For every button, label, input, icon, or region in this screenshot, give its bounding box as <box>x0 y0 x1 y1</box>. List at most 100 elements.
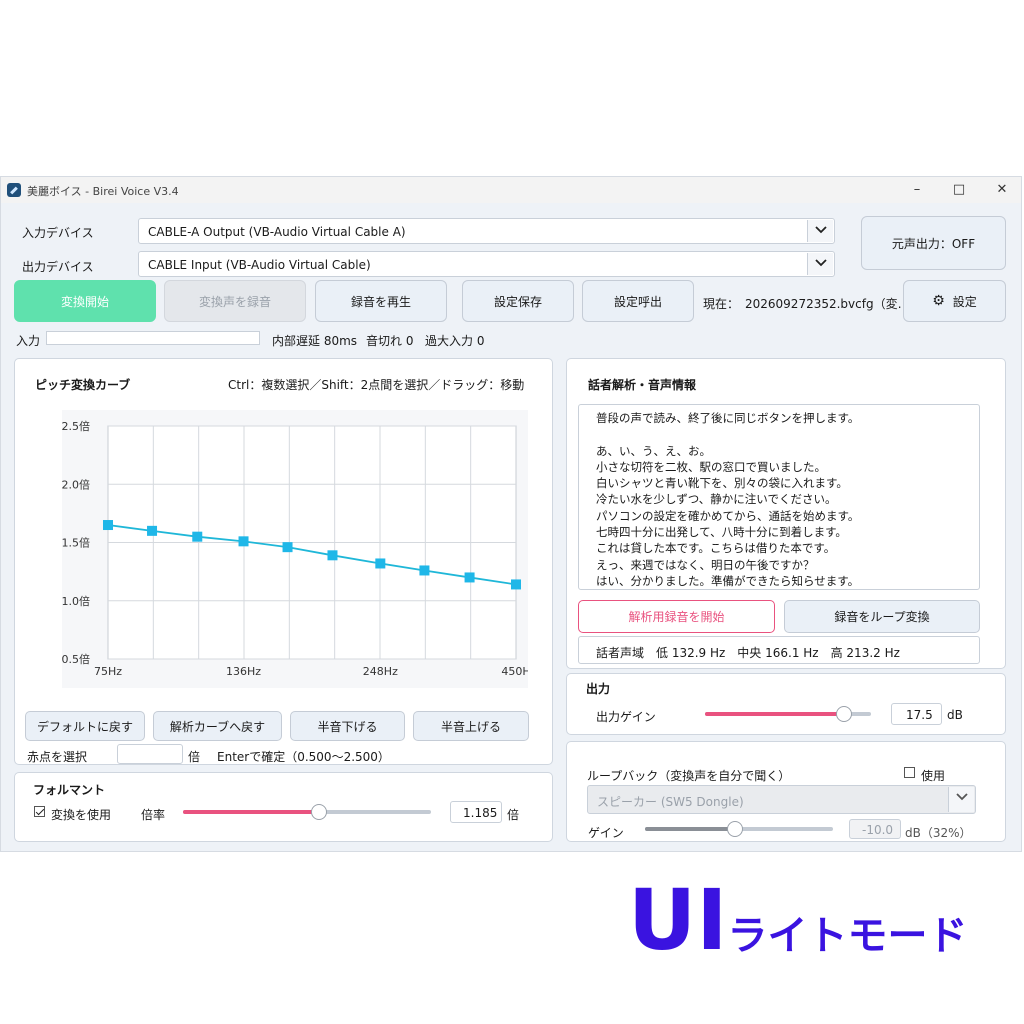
select-point-label: 赤点を選択 <box>27 750 88 764</box>
semitone-down-button[interactable]: 半音下げる <box>290 711 405 741</box>
script-line: 白いシャツと青い靴下を、別々の袋に入れます。 <box>596 476 848 491</box>
maximize-icon[interactable]: □ <box>947 181 971 199</box>
formant-enable-label: 変換を使用 <box>51 808 112 822</box>
pitch-curve-point[interactable] <box>282 542 293 553</box>
speaker-panel-title: 話者解析・音声情報 <box>588 378 697 392</box>
formant-ratio-unit: 倍 <box>507 808 520 822</box>
formant-enable-checkbox[interactable] <box>34 806 45 817</box>
x-tick-label: 75Hz <box>94 665 122 678</box>
pitch-panel-hint: Ctrl：複数選択／Shift：2点間を選択／ドラッグ：移動 <box>228 378 525 392</box>
script-line <box>596 426 979 442</box>
window-title: 美麗ボイス - Birei Voice V3.4 <box>27 185 179 198</box>
start-conversion-button[interactable]: 変換開始 <box>14 280 156 322</box>
current-file-label: 現在： <box>703 297 740 311</box>
load-settings-button[interactable]: 設定呼出 <box>582 280 694 322</box>
input-level-meter <box>46 331 260 345</box>
pitch-curve-point[interactable] <box>327 550 338 561</box>
close-icon[interactable]: ✕ <box>990 181 1014 199</box>
output-panel-title: 出力 <box>586 682 611 696</box>
select-point-unit: 倍 <box>188 750 201 764</box>
script-line: パソコンの設定を確かめてから、通話を始めます。 <box>596 508 860 523</box>
y-tick-label: 1.0倍 <box>62 594 90 608</box>
pitch-curve-point[interactable] <box>147 525 158 536</box>
loopback-slider-fill <box>645 827 735 831</box>
pitch-curve-point[interactable] <box>511 579 521 590</box>
script-line: えっ、来週ではなく、明日の午後ですか？ <box>596 557 815 572</box>
pitch-curve-point[interactable] <box>192 531 203 542</box>
settings-button-label: 設定 <box>952 294 977 309</box>
pitch-curve-point[interactable] <box>419 565 430 576</box>
formant-ratio-slider[interactable] <box>183 804 431 820</box>
output-slider-thumb[interactable] <box>836 706 852 722</box>
formant-ratio-input[interactable]: 1.185 <box>450 801 502 823</box>
start-analysis-recording-button[interactable]: 解析用録音を開始 <box>578 600 775 633</box>
loopback-gain-input[interactable]: -10.0 <box>849 819 901 839</box>
minimize-icon[interactable]: – <box>905 181 929 199</box>
formant-panel-title: フォルマント <box>33 783 106 797</box>
script-line: 七時四十分に出発して、八時十分に到着します。 <box>596 525 847 540</box>
chevron-down-icon[interactable] <box>807 253 833 275</box>
x-tick-label: 136Hz <box>226 665 261 678</box>
script-line: 冷たい水を少しずつ、静かに注いでください。 <box>596 492 837 507</box>
x-tick-label: 248Hz <box>363 665 398 678</box>
formant-slider-thumb[interactable] <box>311 804 327 820</box>
chevron-down-icon[interactable] <box>948 787 974 812</box>
loopback-gain-slider[interactable] <box>645 821 833 837</box>
loopback-title: ループバック（変換声を自分で聞く） <box>587 769 791 783</box>
script-line: はい、分かりました。準備ができたら知らせます。 <box>596 573 860 588</box>
loopback-device-select[interactable]: スピーカー (SW5 Dongle) <box>587 785 976 814</box>
output-gain-label: 出力ゲイン <box>596 710 656 724</box>
monitor-output-toggle[interactable]: 元声出力：OFF <box>861 216 1006 270</box>
play-recording-button[interactable]: 録音を再生 <box>315 280 447 322</box>
reading-script-text: 普段の声で読み、終了後に同じボタンを押します。 あ、い、う、え、お。 小さな切符を二… <box>578 404 980 590</box>
output-device-select[interactable]: CABLE Input (VB-Audio Virtual Cable) <box>138 251 835 277</box>
reset-default-button[interactable]: デフォルトに戻す <box>25 711 145 741</box>
app-logo-icon <box>7 183 21 197</box>
script-line: 普段の声で読み、終了後に同じボタンを押します。 <box>596 411 860 425</box>
record-converted-button[interactable]: 変換声を録音 <box>164 280 306 322</box>
select-point-hint: Enterで確定（0.500～2.500） <box>217 750 390 764</box>
output-gain-slider[interactable] <box>705 706 871 722</box>
input-level-label: 入力 <box>16 334 41 348</box>
loopback-enable-label: 使用 <box>921 769 946 783</box>
y-tick-label: 0.5倍 <box>62 652 90 666</box>
pitch-curve-point[interactable] <box>464 572 475 583</box>
loopback-gain-label: ゲイン <box>588 826 624 840</box>
script-line: 小さな切符を二枚、駅の窓口で買いました。 <box>596 459 826 474</box>
gear-icon: ⚙ <box>932 293 945 309</box>
overload-text: 過大入力 0 <box>425 334 485 348</box>
input-device-value: CABLE-A Output (VB-Audio Virtual Cable A… <box>148 225 406 239</box>
input-device-label: 入力デバイス <box>22 226 94 240</box>
reset-analysis-curve-button[interactable]: 解析カーブへ戻す <box>153 711 282 741</box>
chevron-down-icon[interactable] <box>807 220 833 242</box>
input-device-select[interactable]: CABLE-A Output (VB-Audio Virtual Cable A… <box>138 218 835 244</box>
settings-button[interactable]: ⚙ 設定 <box>903 280 1006 322</box>
formant-slider-fill <box>183 810 319 814</box>
pitch-chart[interactable]: 2.5倍 2.0倍 1.5倍 1.0倍 0.5倍 75Hz 136Hz 248Hz 450H <box>62 410 528 688</box>
loopback-gain-unit: dB（32%） <box>905 826 972 840</box>
pitch-panel-title: ピッチ変換カーブ <box>35 378 131 392</box>
output-device-label: 出力デバイス <box>22 260 94 274</box>
output-gain-input[interactable]: 17.5 <box>891 703 942 725</box>
point-value-input[interactable] <box>117 744 183 764</box>
light-mode-caption: UIライトモード <box>628 878 967 962</box>
output-gain-unit: dB <box>947 708 963 722</box>
script-line: あ、い、う、え、お。 <box>596 443 711 458</box>
semitone-up-button[interactable]: 半音上げる <box>413 711 529 741</box>
latency-text: 内部遅延 80ms <box>272 334 358 348</box>
y-tick-label: 2.5倍 <box>62 419 90 433</box>
pitch-curve-point[interactable] <box>238 536 249 547</box>
pitch-curve-point[interactable] <box>103 520 113 531</box>
pitch-chart-svg[interactable]: 2.5倍 2.0倍 1.5倍 1.0倍 0.5倍 75Hz 136Hz 248Hz 450H <box>62 410 528 688</box>
loop-convert-recording-button[interactable]: 録音をループ変換 <box>784 600 980 633</box>
output-slider-fill <box>705 712 844 716</box>
loopback-enable-checkbox[interactable] <box>904 767 915 778</box>
save-settings-button[interactable]: 設定保存 <box>462 280 574 322</box>
loopback-slider-thumb[interactable] <box>727 821 743 837</box>
voice-range-box: 話者声域 低 132.9 Hz 中央 166.1 Hz 高 213.2 Hz <box>578 636 980 664</box>
pitch-curve-point[interactable] <box>375 558 386 569</box>
output-device-value: CABLE Input (VB-Audio Virtual Cable) <box>148 258 371 272</box>
script-line: これは貸した本です。こちらは借りた本です。 <box>596 541 836 556</box>
title-bar: 美麗ボイス - Birei Voice V3.4 – □ ✕ <box>1 177 1021 203</box>
formant-ratio-label: 倍率 <box>141 808 166 822</box>
